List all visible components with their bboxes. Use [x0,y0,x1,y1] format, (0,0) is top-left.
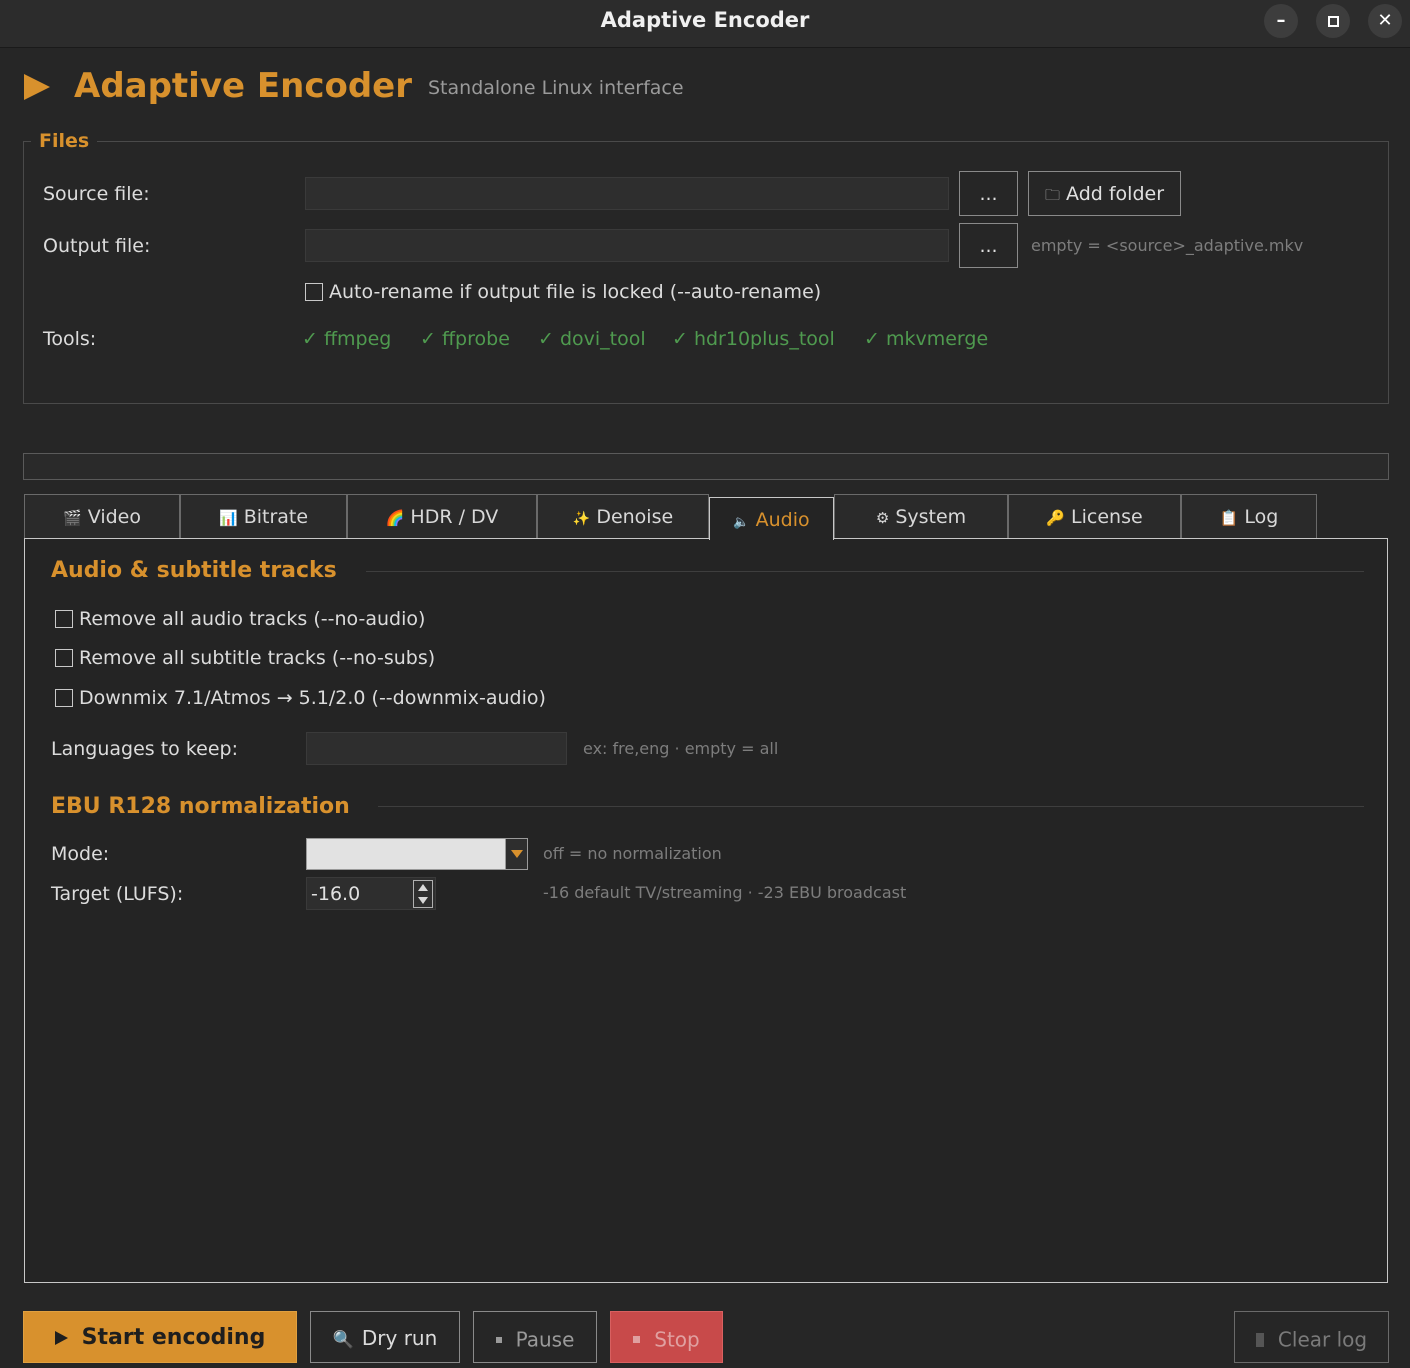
add-folder-button[interactable]: 🗀 Add folder [1028,171,1181,216]
tab-system-label: System [895,506,967,528]
languages-label: Languages to keep: [51,738,238,760]
tab-audio-label: Audio [755,509,810,531]
stop-icon [633,1336,641,1343]
close-button[interactable]: ✕ [1368,4,1402,38]
remove-audio-checkbox[interactable] [55,609,73,628]
audio-tracks-section-title: Audio & subtitle tracks [51,558,337,583]
output-browse-button[interactable]: ... [959,223,1018,268]
dry-run-label: Dry run [361,1326,438,1350]
source-browse-button[interactable]: ... [959,171,1018,216]
add-folder-label: Add folder [1066,183,1165,205]
tab-license-label: License [1071,506,1143,528]
remove-subs-label: Remove all subtitle tracks (--no-subs) [79,646,436,669]
tool-hdr10plus-tool: ✓ hdr10plus_tool [672,328,835,350]
tab-denoise-label: Denoise [596,506,674,528]
play-logo-icon [24,74,50,100]
downmix-row[interactable]: Downmix 7.1/Atmos → 5.1/2.0 (--downmix-a… [55,686,546,709]
auto-rename-label: Auto-rename if output file is locked (--… [329,280,822,303]
app-name: Adaptive Encoder [74,66,413,106]
remove-audio-label: Remove all audio tracks (--no-audio) [79,607,426,630]
tab-audio[interactable]: 🔈 Audio [709,497,834,540]
target-value: -16.0 [311,883,361,905]
output-file-label: Output file: [43,235,151,257]
maximize-button[interactable] [1316,4,1350,38]
languages-hint: ex: fre,eng · empty = all [583,739,779,758]
tab-log-label: Log [1244,506,1279,528]
tab-hdr-dv[interactable]: 🌈 HDR / DV [347,494,537,538]
tab-video-label: Video [87,506,141,528]
source-file-label: Source file: [43,183,150,205]
target-hint: -16 default TV/streaming · -23 EBU broad… [543,883,907,902]
clapperboard-icon: 🎬 [63,509,82,527]
minimize-button[interactable]: – [1264,4,1298,38]
start-encoding-button[interactable]: Start encoding [23,1311,297,1363]
tab-license[interactable]: 🔑 License [1008,494,1181,538]
auto-rename-checkbox[interactable] [305,282,323,301]
minimize-icon: – [1276,10,1286,31]
target-lufs-spinbox[interactable]: -16.0 [306,877,436,910]
folder-icon: 🗀 [1044,186,1060,204]
downmix-label: Downmix 7.1/Atmos → 5.1/2.0 (--downmix-a… [79,686,546,709]
target-label: Target (LUFS): [51,883,184,905]
clear-log-button[interactable]: Clear log [1234,1311,1389,1363]
app-subtitle: Standalone Linux interface [428,77,684,99]
trash-icon [1255,1332,1264,1347]
downmix-checkbox[interactable] [55,688,73,707]
key-icon: 🔑 [1046,509,1065,527]
tool-ffprobe: ✓ ffprobe [420,328,510,350]
mode-hint: off = no normalization [543,844,722,863]
stop-label: Stop [654,1327,700,1352]
tab-bitrate[interactable]: 📊 Bitrate [180,494,347,538]
clear-log-label: Clear log [1277,1327,1368,1352]
tab-system[interactable]: ⚙ System [834,494,1008,538]
source-file-input[interactable] [305,177,949,210]
files-legend: Files [31,130,98,152]
start-encoding-label: Start encoding [81,1325,266,1350]
close-icon: ✕ [1377,10,1393,31]
tools-label: Tools: [43,328,97,350]
tab-hdr-dv-label: HDR / DV [410,506,499,528]
output-hint: empty = <source>_adaptive.mkv [1031,236,1304,255]
pause-label: Pause [515,1327,575,1352]
chevron-down-icon[interactable] [505,839,527,869]
maximize-icon [1327,15,1339,27]
stop-button[interactable]: Stop [610,1311,723,1363]
tab-bitrate-label: Bitrate [243,506,309,528]
languages-input[interactable] [306,732,567,765]
dry-run-button[interactable]: 🔍 Dry run [310,1311,460,1363]
bar-chart-icon: 📊 [218,509,238,527]
tab-log[interactable]: 📋 Log [1181,494,1317,538]
remove-subs-checkbox[interactable] [55,648,73,667]
remove-audio-row[interactable]: Remove all audio tracks (--no-audio) [55,607,425,630]
rainbow-icon: 🌈 [385,509,405,527]
title-bar: Adaptive Encoder – ✕ [0,0,1410,48]
tool-dovi-tool: ✓ dovi_tool [538,328,646,350]
clipboard-icon: 📋 [1219,509,1239,527]
mode-label: Mode: [51,843,110,865]
search-icon: 🔍 [332,1330,354,1350]
spin-arrows-icon[interactable] [413,880,433,908]
play-icon [54,1331,68,1345]
remove-subs-row[interactable]: Remove all subtitle tracks (--no-subs) [55,646,435,669]
ebu-section-title: EBU R128 normalization [51,794,350,819]
tab-video[interactable]: 🎬 Video [24,494,180,538]
speaker-icon: 🔈 [733,515,750,530]
tool-ffmpeg: ✓ ffmpeg [302,328,392,350]
auto-rename-checkbox-row[interactable]: Auto-rename if output file is locked (--… [305,280,821,303]
tool-mkvmerge: ✓ mkvmerge [864,328,989,350]
window-title: Adaptive Encoder [600,8,810,32]
progress-bar [23,453,1389,480]
output-file-input[interactable] [305,229,949,262]
pause-button[interactable]: Pause [473,1311,597,1363]
section-divider [378,806,1364,807]
section-divider [366,571,1364,572]
sparkle-icon: ✨ [572,511,591,527]
gear-icon: ⚙ [875,509,890,527]
pause-icon [495,1336,502,1343]
mode-select[interactable] [306,838,528,870]
tab-denoise[interactable]: ✨ Denoise [537,494,709,538]
